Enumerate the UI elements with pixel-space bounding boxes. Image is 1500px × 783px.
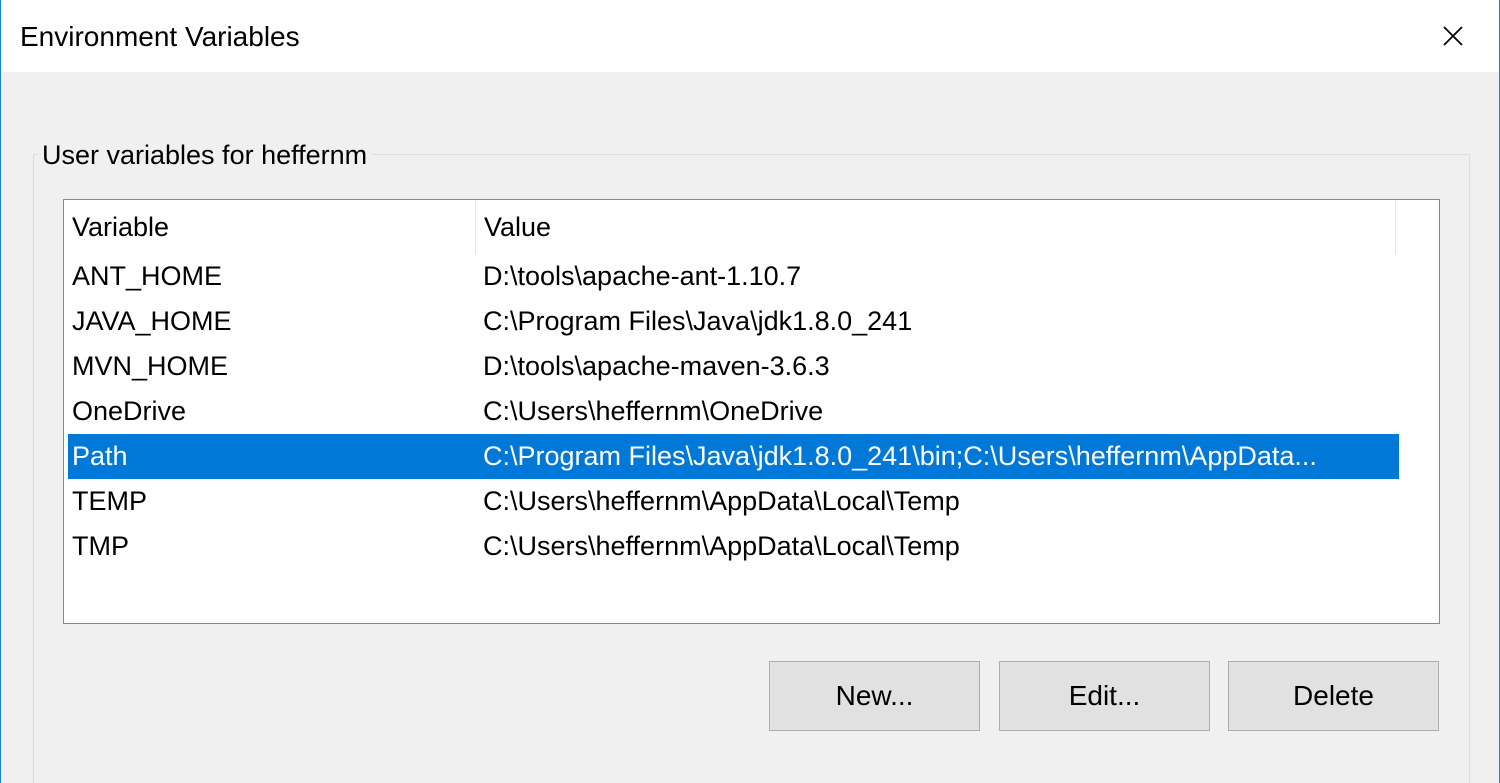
table-row[interactable]: Path C:\Program Files\Java\jdk1.8.0_241\b…	[68, 434, 1399, 479]
table-row[interactable]: OneDrive C:\Users\heffernm\OneDrive	[68, 389, 1399, 434]
variable-value-cell: C:\Program Files\Java\jdk1.8.0_241\bin;C…	[483, 441, 1317, 471]
table-row[interactable]: ANT_HOME D:\tools\apache-ant-1.10.7	[68, 254, 1399, 299]
user-variables-group-label: User variables for heffernm	[37, 138, 373, 172]
table-row[interactable]: MVN_HOME D:\tools\apache-maven-3.6.3	[68, 344, 1399, 389]
list-header: Variable Value	[64, 200, 1439, 254]
variable-name-cell: MVN_HOME	[72, 351, 229, 381]
close-icon	[1443, 26, 1463, 46]
variable-name-cell: TEMP	[72, 486, 148, 516]
variable-value-cell: C:\Program Files\Java\jdk1.8.0_241	[483, 306, 913, 336]
variable-name-cell: OneDrive	[72, 396, 187, 426]
list-rows: ANT_HOME D:\tools\apache-ant-1.10.7 JAVA_H…	[64, 254, 1439, 569]
edit-button[interactable]: Edit...	[999, 661, 1210, 731]
table-row[interactable]: TMP C:\Users\heffernm\AppData\Local\Temp	[68, 524, 1399, 569]
title-bar: Environment Variables	[1, 0, 1499, 72]
variable-value-cell: C:\Users\heffernm\AppData\Local\Temp	[483, 531, 960, 561]
variable-name-cell: ANT_HOME	[72, 261, 223, 291]
variable-name-cell: TMP	[72, 531, 129, 561]
table-row[interactable]: JAVA_HOME C:\Program Files\Java\jdk1.8.0_…	[68, 299, 1399, 344]
column-header-variable[interactable]: Variable	[64, 200, 476, 254]
new-button[interactable]: New...	[769, 661, 980, 731]
variable-name-cell: Path	[72, 441, 128, 471]
delete-button[interactable]: Delete	[1228, 661, 1439, 731]
variable-value-cell: D:\tools\apache-ant-1.10.7	[483, 261, 802, 291]
close-button[interactable]	[1407, 0, 1499, 72]
variable-value-cell: D:\tools\apache-maven-3.6.3	[483, 351, 830, 381]
table-row[interactable]: TEMP C:\Users\heffernm\AppData\Local\Temp	[68, 479, 1399, 524]
window-title: Environment Variables	[20, 21, 300, 52]
environment-variables-dialog: Environment Variables User variables for…	[0, 0, 1500, 783]
variable-value-cell: C:\Users\heffernm\OneDrive	[483, 396, 824, 426]
user-variables-list[interactable]: Variable Value ANT_HOME D:\tools\apache-a…	[63, 199, 1440, 624]
variable-value-cell: C:\Users\heffernm\AppData\Local\Temp	[483, 486, 960, 516]
variable-name-cell: JAVA_HOME	[72, 306, 232, 336]
column-header-value[interactable]: Value	[476, 200, 1396, 254]
